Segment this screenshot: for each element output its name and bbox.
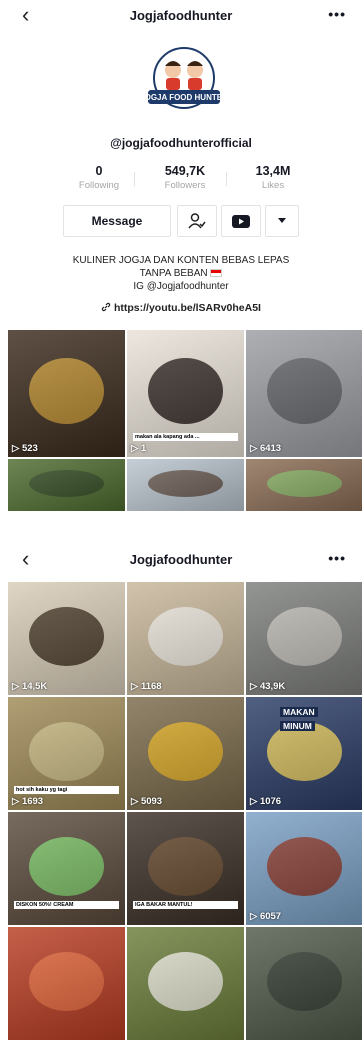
profile-scrolled-screen: ‹ Jogjafoodhunter ••• ▷ 14,5K ▷ 1168 ▷ 43,… [0,544,362,1047]
youtube-icon [232,214,250,228]
more-dots-icon[interactable]: ••• [328,6,346,22]
profile-link[interactable]: https://youtu.be/lSARv0heA5I [0,302,362,314]
stat-divider [226,172,227,186]
link-text: https://youtu.be/lSARv0heA5I [113,302,261,314]
video-thumbnail[interactable]: ▷ 14,5K [8,582,125,695]
bio-line: KULINER JOGJA DAN KONTEN BEBAS LEPAS [72,255,290,266]
video-thumbnail[interactable]: ▷ 6057 [246,812,362,925]
profile-logo: JOGJA FOOD HUNTER [140,47,228,109]
indonesia-flag-icon [210,269,223,278]
thumbnail-caption: DISKON 50%! CREAM [14,901,119,909]
likes-stat[interactable]: 13,4M Likes [238,164,308,191]
thumbnail-shape [246,459,362,511]
thumbnail-shape [246,927,362,1040]
video-grid: ▷ 14,5K ▷ 1168 ▷ 43,9K hot sih kaku yg tagi… [8,582,362,1040]
likes-count: 13,4M [255,164,291,178]
caret-down-icon [278,218,286,223]
followers-count: 549,7K [164,164,206,178]
view-count: ▷ 5093 [131,796,163,807]
page-title: Jogjafoodhunter [129,8,233,23]
svg-text:JOGJA FOOD HUNTER: JOGJA FOOD HUNTER [140,93,228,102]
video-thumbnail[interactable] [8,927,125,1040]
page-title: Jogjafoodhunter [129,552,233,567]
thumbnail-shape [127,927,244,1040]
video-thumbnail[interactable]: ▷ 523 [8,330,125,457]
following-count: 0 [95,164,103,178]
dropdown-button[interactable] [265,205,299,237]
following-stat[interactable]: 0 Following [64,164,134,191]
link-icon [101,302,111,312]
screenshot-divider [0,518,362,544]
video-thumbnail[interactable]: hot sih kaku yg tagi ▷ 1693 [8,697,125,810]
thumbnail-shape [246,812,362,925]
thumbnail-shape [8,582,125,695]
top-bar: ‹ Jogjafoodhunter ••• [0,544,362,578]
thumbnail-shape [8,927,125,1040]
video-thumbnail[interactable] [8,459,125,511]
video-thumbnail[interactable]: makan ala kapang ada ... ▷ 1 [127,330,244,457]
thumbnail-shape [127,459,244,511]
view-count: ▷ 1168 [131,681,162,692]
thumbnail-caption: hot sih kaku yg tagi [14,786,119,794]
message-button[interactable]: Message [63,205,171,237]
video-thumbnail[interactable]: ▷ 6413 [246,330,362,457]
video-grid: ▷ 523 makan ala kapang ada ... ▷ 1 ▷ 6413 [8,330,362,511]
video-thumbnail[interactable]: ▷ 43,9K [246,582,362,695]
bio-line: TANPA BEBAN [139,268,208,279]
profile-screen: ‹ Jogjafoodhunter ••• JOGJA FOOD HUNTER … [0,0,362,518]
thumbnail-shape [8,459,125,511]
view-count: ▷ 523 [12,443,38,454]
thumbnail-shape [246,330,362,457]
view-count: ▷ 1 [131,443,147,454]
thumbnail-shape [127,582,244,695]
youtube-button[interactable] [221,205,261,237]
top-bar: ‹ Jogjafoodhunter ••• [0,0,362,34]
followers-label: Followers [164,180,206,191]
view-count: ▷ 1076 [250,796,282,807]
video-thumbnail[interactable] [246,927,362,1040]
bio-line-with-flag: TANPA BEBAN [20,267,342,280]
video-thumbnail[interactable]: IGA BAKAR MANTUL! [127,812,244,925]
thumbnail-caption: IGA BAKAR MANTUL! [133,901,238,909]
stat-divider [134,172,135,186]
video-thumbnail[interactable] [246,459,362,511]
view-count: ▷ 1693 [12,796,44,807]
video-thumbnail[interactable]: MAKAN MINUM ▷ 1076 [246,697,362,810]
following-label: Following [78,180,120,191]
view-count: ▷ 6057 [250,911,282,922]
likes-label: Likes [261,180,285,191]
thumbnail-shape [8,330,125,457]
video-thumbnail[interactable] [127,459,244,511]
thumbnail-caption: makan ala kapang ada ... [133,433,238,441]
view-count: ▷ 43,9K [250,681,286,692]
profile-handle: @jogjafoodhunterofficial [110,136,252,150]
video-thumbnail[interactable]: DISKON 50%! CREAM [8,812,125,925]
follow-user-button[interactable] [177,205,217,237]
view-count: ▷ 14,5K [12,681,48,692]
sign-text: MAKAN [280,707,318,717]
video-thumbnail[interactable]: ▷ 1168 [127,582,244,695]
profile-stats: 0 Following 549,7K Followers 13,4M Likes [0,164,362,196]
view-count: ▷ 6413 [250,443,282,454]
video-thumbnail[interactable]: ▷ 5093 [127,697,244,810]
thumbnail-shape [246,582,362,695]
followers-stat[interactable]: 549,7K Followers [150,164,220,191]
thumbnail-shape [127,697,244,810]
sign-text: MINUM [280,721,315,731]
bio-line: IG @Jogjafoodhunter [133,281,229,292]
profile-bio: KULINER JOGJA DAN KONTEN BEBAS LEPAS TAN… [20,254,342,293]
more-dots-icon[interactable]: ••• [328,550,346,566]
user-follow-icon [188,213,206,229]
video-thumbnail[interactable] [127,927,244,1040]
